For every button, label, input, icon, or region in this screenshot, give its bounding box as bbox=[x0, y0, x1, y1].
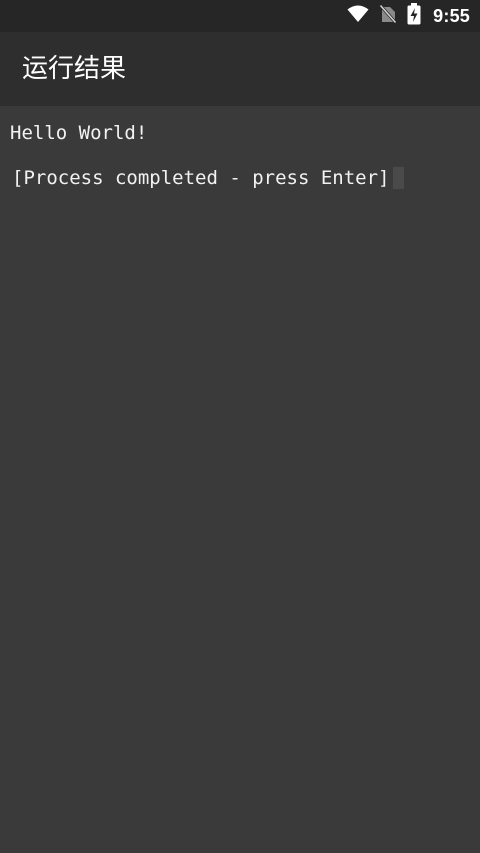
app-bar: 运行结果 bbox=[0, 32, 480, 106]
status-time: 9:55 bbox=[433, 5, 470, 26]
terminal-cursor bbox=[392, 167, 404, 189]
terminal-line-output: Hello World! bbox=[10, 122, 148, 144]
no-sim-icon bbox=[379, 3, 398, 29]
terminal-line-status: [Process completed - press Enter] bbox=[12, 166, 404, 190]
battery-charging-icon bbox=[407, 2, 421, 30]
screen: 9:55 运行结果 Hello World! [Process complete… bbox=[0, 0, 480, 853]
terminal-line-status-text: [Process completed - press Enter] bbox=[12, 167, 390, 189]
wifi-icon bbox=[347, 5, 369, 28]
page-title: 运行结果 bbox=[22, 54, 127, 84]
terminal-output[interactable]: Hello World! [Process completed - press … bbox=[0, 106, 480, 853]
status-icons: 9:55 bbox=[347, 2, 470, 30]
status-bar: 9:55 bbox=[0, 0, 480, 32]
